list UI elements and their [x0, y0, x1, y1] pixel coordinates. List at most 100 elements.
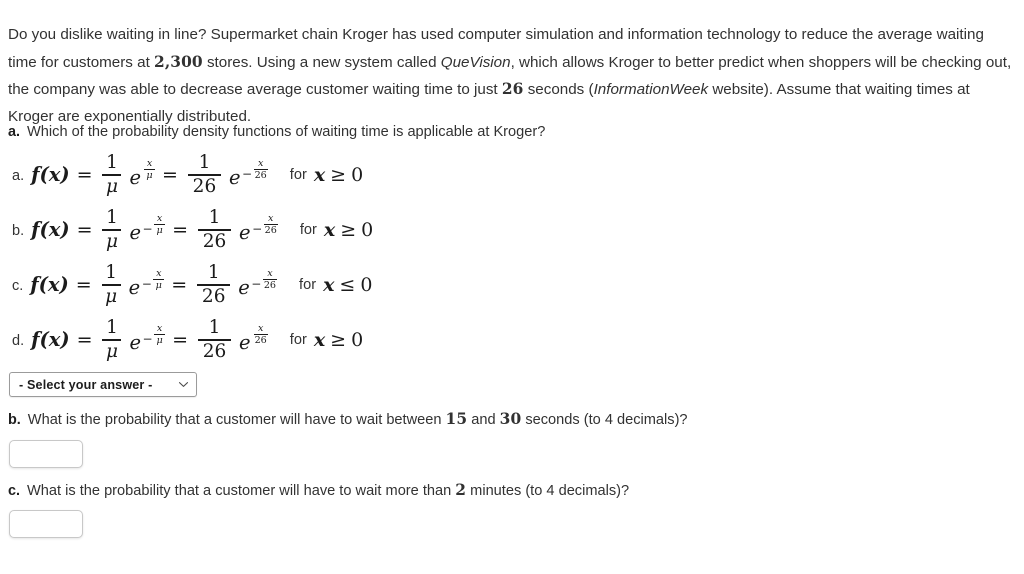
option-d-equals-2: = — [172, 328, 189, 351]
option-a-formula: f(x) = 1 μ e x μ = 1 26 e − x 26 — [31, 153, 268, 197]
option-b-exponent-2-sign: − — [252, 221, 263, 236]
option-b-exponential-2: e − x 26 — [239, 214, 278, 242]
answer-input-c[interactable] — [9, 510, 83, 538]
option-a-fraction-1: 1 μ — [102, 153, 122, 197]
option-c-exponent-2-denominator: 26 — [263, 280, 277, 292]
option-d-exponent-1-denominator: μ — [156, 335, 163, 347]
option-b-function: f(x) — [31, 218, 70, 242]
option-b-denominator-2: 26 — [202, 230, 227, 252]
option-d-condition-value: 0 — [351, 329, 364, 351]
option-a-tag: a. — [12, 168, 25, 184]
option-d-condition: for x ≥0 — [290, 329, 363, 351]
option-c-exponent-2-numerator: x — [267, 268, 273, 280]
euler-symbol: e — [239, 331, 251, 355]
option-c-exponent-1-denominator: μ — [155, 280, 162, 292]
option-c-exponent-1-fraction: x μ — [153, 269, 165, 292]
option-b-formula: f(x) = 1 μ e − x μ = 1 26 e − x 26 — [31, 208, 278, 252]
question-c-lead: What is the probability that a customer … — [27, 483, 456, 499]
option-a-exponent-2-fraction: x 26 — [253, 159, 268, 182]
option-b-numerator-1: 1 — [106, 206, 118, 228]
euler-symbol: e — [238, 276, 250, 300]
option-a-exponent-1-numerator: x — [146, 158, 153, 170]
option-d-numerator-1: 1 — [106, 316, 118, 338]
option-a-exponent-2: − x 26 — [242, 159, 268, 182]
option-b-condition: for x ≥0 — [300, 219, 373, 241]
option-c-denominator-1: μ — [105, 285, 118, 307]
euler-symbol: e — [129, 166, 142, 190]
option-d-function: f(x) — [31, 328, 70, 352]
option-d-condition-relation: ≥ — [330, 329, 347, 351]
question-c-tail: minutes (to 4 decimals)? — [466, 483, 630, 499]
chevron-down-icon — [178, 379, 189, 390]
option-a-equals-2: = — [162, 163, 178, 186]
question-a-letter: a. — [8, 124, 21, 140]
option-a-exponent-1: x μ — [143, 159, 156, 180]
option-b-exponent-2: − x 26 — [252, 213, 278, 237]
option-d-condition-math: x ≥0 — [314, 329, 363, 351]
stores-count: 2,300 — [154, 52, 203, 71]
option-d-equals-1: = — [76, 328, 93, 351]
option-c-fraction-2: 1 26 — [197, 261, 231, 307]
option-b-exponent-1-fraction: x μ — [154, 214, 166, 235]
euler-symbol: e — [228, 166, 241, 190]
euler-symbol: e — [128, 276, 141, 300]
system-name: QueVision — [440, 53, 511, 71]
option-a-exponent-1-denominator: μ — [146, 170, 153, 182]
option-a-condition-variable: x — [313, 164, 326, 186]
option-a-condition-relation: ≥ — [330, 164, 347, 186]
answer-input-b[interactable] — [9, 440, 83, 468]
option-a-function: f(x) — [31, 163, 70, 187]
option-d-tag: d. — [12, 333, 25, 349]
question-a-prompt: a. Which of the probability density funct… — [8, 121, 545, 143]
option-b-exponent-2-denominator: 26 — [264, 225, 277, 237]
euler-symbol: e — [129, 221, 142, 245]
question-a-text: Which of the probability density functio… — [27, 124, 546, 140]
answer-select[interactable]: - Select your answer - — [9, 372, 197, 397]
option-c-condition: for x ≤0 — [299, 274, 372, 296]
option-a-condition-math: x ≥0 — [314, 164, 363, 186]
option-d-exponential-2: e x 26 — [239, 324, 268, 355]
option-c-denominator-2: 26 — [201, 285, 226, 307]
option-b-exponent-2-fraction: x 26 — [263, 213, 278, 237]
option-a-exponential-1: e x μ — [129, 159, 156, 190]
option-b-exponential-1: e − x μ — [129, 214, 166, 245]
option-c-equals-2: = — [171, 273, 188, 296]
option-c-condition-value: 0 — [360, 274, 373, 296]
option-a-exponent-1-fraction: x μ — [144, 158, 156, 182]
option-b-condition-relation: ≥ — [340, 219, 357, 241]
option-c-numerator-1: 1 — [105, 261, 118, 283]
option-a-equals-1: = — [76, 163, 93, 186]
option-c-condition-math: x ≤0 — [323, 274, 372, 296]
option-a-denominator-1: μ — [105, 175, 118, 197]
wait-lower-bound: 15 — [445, 410, 468, 428]
option-row-c[interactable]: c. f(x) = 1 μ e − x μ = 1 26 e − x 26 fo… — [12, 258, 372, 312]
option-a-exponent-2-denominator: 26 — [254, 170, 267, 182]
option-d-condition-label: for — [289, 332, 307, 348]
option-c-function: f(x) — [30, 273, 69, 297]
option-a-denominator-2: 26 — [192, 175, 217, 197]
answer-select-wrapper: - Select your answer - — [9, 372, 197, 397]
option-d-formula: f(x) = 1 μ e − x μ = 1 26 e x 26 — [31, 318, 268, 362]
option-c-formula: f(x) = 1 μ e − x μ = 1 26 e − x 26 — [30, 261, 278, 307]
euler-symbol: e — [129, 331, 142, 355]
option-d-exponent-2-numerator: x — [257, 323, 264, 335]
option-d-exponent-2-fraction: x 26 — [253, 323, 268, 345]
option-d-exponent-1-fraction: x μ — [154, 324, 166, 347]
option-c-condition-variable: x — [323, 274, 335, 296]
option-c-exponential-1: e − x μ — [128, 269, 165, 300]
option-b-exponent-2-numerator: x — [268, 213, 274, 225]
option-c-exponent-2-sign: − — [251, 276, 262, 291]
option-c-exponent-2-fraction: x 26 — [262, 268, 278, 292]
option-a-condition-value: 0 — [351, 164, 364, 186]
option-c-numerator-2: 1 — [207, 261, 220, 283]
option-c-tag: c. — [12, 278, 24, 294]
option-row-b[interactable]: b. f(x) = 1 μ e − x μ = 1 26 e − x 26 fo… — [12, 203, 373, 257]
question-c-prompt: c. What is the probability that a custome… — [8, 479, 629, 502]
option-a-numerator-2: 1 — [198, 151, 211, 173]
option-b-condition-value: 0 — [361, 219, 374, 241]
option-row-a[interactable]: a. f(x) = 1 μ e x μ = 1 26 e − x 26 for … — [12, 148, 363, 202]
option-row-d[interactable]: d. f(x) = 1 μ e − x μ = 1 26 e x 26 for … — [12, 313, 363, 367]
intro-sentence-2: stores. Using a new system called — [202, 53, 441, 71]
question-b-mid: and — [467, 412, 500, 428]
answer-select-label: - Select your answer - — [19, 377, 153, 392]
